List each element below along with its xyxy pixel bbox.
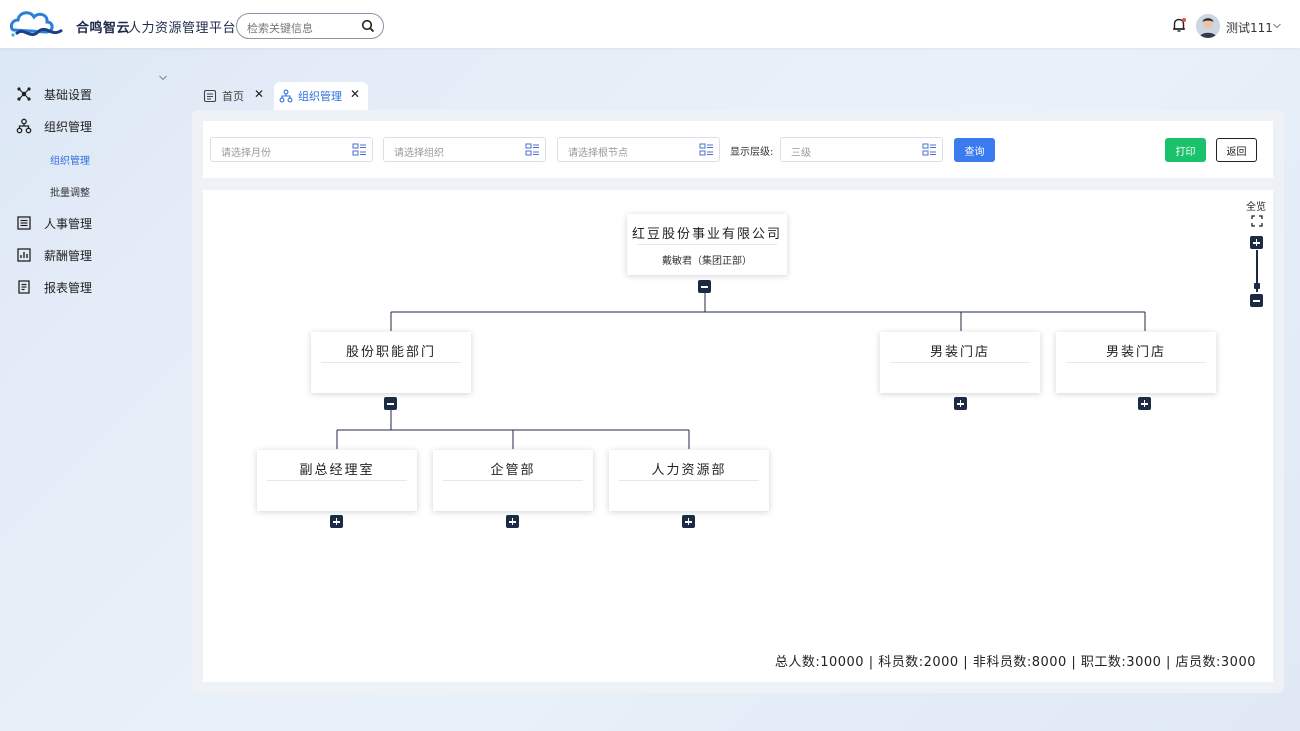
node-title: 红豆股份事业有限公司 <box>631 227 782 242</box>
sidebar-item-label: 基础设置 <box>44 87 93 102</box>
sidebar-item-label: 人事管理 <box>44 216 93 231</box>
node-title: 股份职能部门 <box>345 345 436 360</box>
node-title: 人力资源部 <box>651 463 727 478</box>
list-picker-icon <box>922 143 936 156</box>
sidebar-item-basic-settings[interactable]: 基础设置 <box>16 84 92 104</box>
logo <box>9 11 63 37</box>
node-subtitle: 戴敏君（集团正部） <box>662 256 752 267</box>
print-button[interactable]: 打印 <box>1165 138 1206 162</box>
zoom-in-icon[interactable] <box>1250 236 1263 249</box>
brand-name: 合鸣智云 <box>76 21 131 36</box>
collapse-toggle[interactable] <box>698 280 711 293</box>
search-input[interactable]: 检索关键信息 <box>236 13 384 39</box>
expand-toggle[interactable] <box>954 397 967 410</box>
list-picker-icon <box>699 143 713 156</box>
list-picker-icon <box>352 143 366 156</box>
node-title: 男装门店 <box>1105 345 1166 360</box>
node-divider <box>321 362 461 363</box>
sidebar-subitem-org-management[interactable]: 组织管理 <box>50 152 90 167</box>
month-placeholder: 请选择月份 <box>221 148 271 159</box>
org-select[interactable]: 请选择组织 <box>383 137 546 162</box>
back-button[interactable]: 返回 <box>1216 138 1257 162</box>
node-title: 副总经理室 <box>299 463 375 478</box>
sidebar-item-reports[interactable]: 报表管理 <box>16 277 92 297</box>
tab-home[interactable]: 首页 ✕ <box>198 82 272 110</box>
root-placeholder: 请选择根节点 <box>568 148 628 159</box>
settings-network-icon <box>17 87 31 101</box>
org-node-root[interactable]: 红豆股份事业有限公司 戴敏君（集团正部） <box>627 214 787 275</box>
org-placeholder: 请选择组织 <box>394 148 444 159</box>
root-node-select[interactable]: 请选择根节点 <box>557 137 720 162</box>
node-divider <box>443 480 583 481</box>
org-node-level2[interactable]: 男装门店 <box>1056 332 1216 393</box>
org-node-level3[interactable]: 企管部 <box>433 450 593 511</box>
org-chart-icon <box>16 118 32 134</box>
sidebar-item-org-management[interactable]: 组织管理 <box>16 116 92 136</box>
sidebar-item-label: 薪酬管理 <box>44 248 93 263</box>
zoom-slider-thumb[interactable] <box>1254 283 1260 289</box>
fullscreen-icon[interactable] <box>1251 215 1263 227</box>
username[interactable]: 测试111 <box>1226 19 1273 36</box>
level-select[interactable]: 三级 <box>780 137 943 162</box>
tab-label: 首页 <box>222 90 244 103</box>
org-node-level2[interactable]: 男装门店 <box>880 332 1040 393</box>
node-divider <box>267 480 407 481</box>
expand-toggle[interactable] <box>506 515 519 528</box>
level-value: 三级 <box>791 148 811 159</box>
tab-label: 组织管理 <box>298 90 342 103</box>
node-divider <box>1066 362 1206 363</box>
expand-toggle[interactable] <box>330 515 343 528</box>
node-divider <box>637 244 777 245</box>
report-icon <box>18 280 30 294</box>
platform-title: 人力资源管理平台 <box>128 21 237 36</box>
collapse-toggle[interactable] <box>384 397 397 410</box>
list-picker-icon <box>525 143 539 156</box>
sidebar-item-personnel[interactable]: 人事管理 <box>16 213 92 233</box>
chevron-down-icon[interactable] <box>1272 22 1282 30</box>
overview-label[interactable]: 全览 <box>1246 198 1266 213</box>
salary-chart-icon <box>17 248 31 262</box>
close-icon[interactable]: ✕ <box>350 87 360 101</box>
org-chart-icon <box>279 89 293 103</box>
org-node-level3[interactable]: 人力资源部 <box>609 450 769 511</box>
document-icon <box>203 89 217 103</box>
search-placeholder: 检索关键信息 <box>247 22 313 35</box>
headcount-stats: 总人数:10000 | 科员数:2000 | 非科员数:8000 | 职工数:3… <box>774 655 1256 670</box>
sidebar-item-label: 报表管理 <box>44 280 93 295</box>
sidebar-item-label: 组织管理 <box>44 119 93 134</box>
tab-org-management[interactable]: 组织管理 ✕ <box>274 82 368 110</box>
close-icon[interactable]: ✕ <box>254 87 264 101</box>
node-divider <box>890 362 1030 363</box>
level-label: 显示层级: <box>730 147 774 158</box>
sidebar-subitem-batch-adjust[interactable]: 批量调整 <box>50 184 90 199</box>
bell-icon[interactable] <box>1171 17 1187 33</box>
org-node-level2[interactable]: 股份职能部门 <box>311 332 471 393</box>
avatar[interactable] <box>1196 14 1220 38</box>
month-select[interactable]: 请选择月份 <box>210 137 373 162</box>
node-title: 企管部 <box>490 463 536 478</box>
chevron-down-icon[interactable] <box>158 74 168 82</box>
top-header: 合鸣智云 人力资源管理平台 检索关键信息 测试111 <box>0 0 1300 48</box>
expand-toggle[interactable] <box>1138 397 1151 410</box>
search-icon[interactable] <box>361 19 375 33</box>
zoom-out-icon[interactable] <box>1250 294 1263 307</box>
org-node-level3[interactable]: 副总经理室 <box>257 450 417 511</box>
sidebar-item-salary[interactable]: 薪酬管理 <box>16 245 92 265</box>
query-button[interactable]: 查询 <box>954 138 995 162</box>
personnel-icon <box>17 216 31 230</box>
expand-toggle[interactable] <box>682 515 695 528</box>
node-divider <box>619 480 759 481</box>
node-title: 男装门店 <box>929 345 990 360</box>
